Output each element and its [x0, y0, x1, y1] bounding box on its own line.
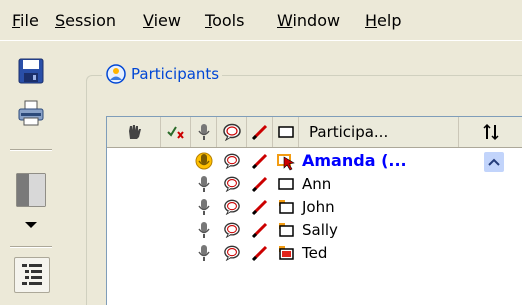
menu-window[interactable]: Window	[277, 12, 340, 30]
mic-cell[interactable]	[191, 195, 217, 218]
toolbar-separator-highlight	[10, 150, 52, 151]
scroll-up-button[interactable]	[483, 151, 505, 173]
microphone-icon	[198, 198, 210, 215]
chat-cell[interactable]	[217, 241, 247, 264]
participant-row[interactable]: Amanda (...	[107, 149, 522, 172]
col-window[interactable]	[273, 117, 299, 147]
col-participant-name[interactable]: Participa...	[299, 117, 459, 147]
pen-icon	[251, 176, 268, 192]
participant-row[interactable]: Ann	[107, 172, 522, 195]
window-orange-icon	[279, 222, 294, 237]
save-icon	[18, 58, 44, 84]
status-cell[interactable]	[273, 195, 299, 218]
participant-row[interactable]: Ted	[107, 241, 522, 264]
microphone-icon	[198, 175, 210, 192]
raise-hand-icon	[128, 125, 141, 139]
pen-icon	[251, 222, 268, 238]
window-orange-icon	[279, 199, 294, 214]
participants-title: Participants	[102, 63, 223, 85]
chat-cell[interactable]	[217, 149, 247, 172]
col-pen[interactable]	[247, 117, 273, 147]
status-cell[interactable]	[273, 241, 299, 264]
participant-row[interactable]: John	[107, 195, 522, 218]
microphone-active-icon	[195, 152, 213, 169]
chat-cell[interactable]	[217, 195, 247, 218]
chat-bubble-icon	[224, 245, 240, 261]
dropdown-arrow-icon	[25, 222, 37, 228]
mic-cell[interactable]	[191, 149, 217, 172]
menu-session[interactable]: Session	[55, 12, 116, 30]
check-x-icon	[166, 126, 184, 139]
layout-button[interactable]	[14, 170, 48, 210]
toolbar-separator-2-highlight	[10, 247, 52, 248]
chat-bubble-icon	[224, 199, 240, 215]
layout-dropdown-button[interactable]	[14, 214, 48, 236]
participant-name[interactable]: Ted	[302, 241, 327, 264]
chat-bubble-icon	[224, 176, 240, 192]
participant-name[interactable]: John	[302, 195, 335, 218]
print-icon	[18, 100, 44, 126]
save-button[interactable]	[14, 54, 48, 88]
print-button[interactable]	[14, 96, 48, 130]
menu-file[interactable]: File	[12, 12, 39, 30]
menu-bar: File Session View Tools Window Help	[0, 0, 522, 40]
menu-view[interactable]: View	[143, 12, 181, 30]
pen-icon	[251, 245, 268, 261]
list-view-button[interactable]	[14, 257, 50, 293]
mic-cell[interactable]	[191, 218, 217, 241]
list-icon	[22, 264, 42, 285]
pen-cell[interactable]	[247, 241, 273, 264]
chat-bubble-icon	[224, 153, 240, 169]
sort-icon	[483, 123, 499, 141]
vertical-toolbar	[0, 42, 62, 304]
participants-icon	[106, 64, 126, 84]
col-name-label: Participa...	[309, 123, 389, 141]
microphone-icon	[198, 244, 210, 261]
window-icon	[278, 177, 294, 190]
pen-cell[interactable]	[247, 172, 273, 195]
window-red-icon	[279, 245, 294, 260]
participants-title-label: Participants	[131, 65, 220, 83]
col-chat[interactable]	[217, 117, 247, 147]
status-cell[interactable]	[273, 149, 299, 172]
layout-split-icon	[16, 173, 46, 207]
participants-grid: Participa... Amanda (... Ann John Sally …	[106, 116, 522, 305]
col-sort[interactable]	[459, 117, 522, 147]
pen-cell[interactable]	[247, 218, 273, 241]
status-cell[interactable]	[273, 218, 299, 241]
menu-separator	[0, 40, 522, 41]
microphone-icon	[197, 124, 210, 140]
pen-icon	[251, 199, 268, 215]
status-cell[interactable]	[273, 172, 299, 195]
chat-bubble-icon	[224, 222, 240, 238]
pen-cell[interactable]	[247, 149, 273, 172]
participant-row[interactable]: Sally	[107, 218, 522, 241]
grid-header: Participa...	[107, 117, 522, 148]
pen-cell[interactable]	[247, 195, 273, 218]
col-raise-hand[interactable]	[107, 117, 161, 147]
microphone-icon	[198, 221, 210, 238]
participant-name[interactable]: Sally	[302, 218, 338, 241]
chat-bubble-icon	[222, 123, 241, 141]
mic-cell[interactable]	[191, 241, 217, 264]
presenter-cursor-icon	[277, 153, 295, 170]
col-check[interactable]	[161, 117, 191, 147]
menu-help[interactable]: Help	[365, 12, 401, 30]
participant-name[interactable]: Amanda (...	[302, 149, 407, 172]
col-microphone[interactable]	[191, 117, 217, 147]
pen-icon	[251, 153, 268, 169]
window-icon	[277, 126, 294, 138]
menu-tools[interactable]: Tools	[205, 12, 244, 30]
mic-cell[interactable]	[191, 172, 217, 195]
chat-cell[interactable]	[217, 172, 247, 195]
chat-cell[interactable]	[217, 218, 247, 241]
chevron-up-icon	[488, 158, 500, 166]
pen-icon	[251, 124, 267, 141]
participant-name[interactable]: Ann	[302, 172, 331, 195]
